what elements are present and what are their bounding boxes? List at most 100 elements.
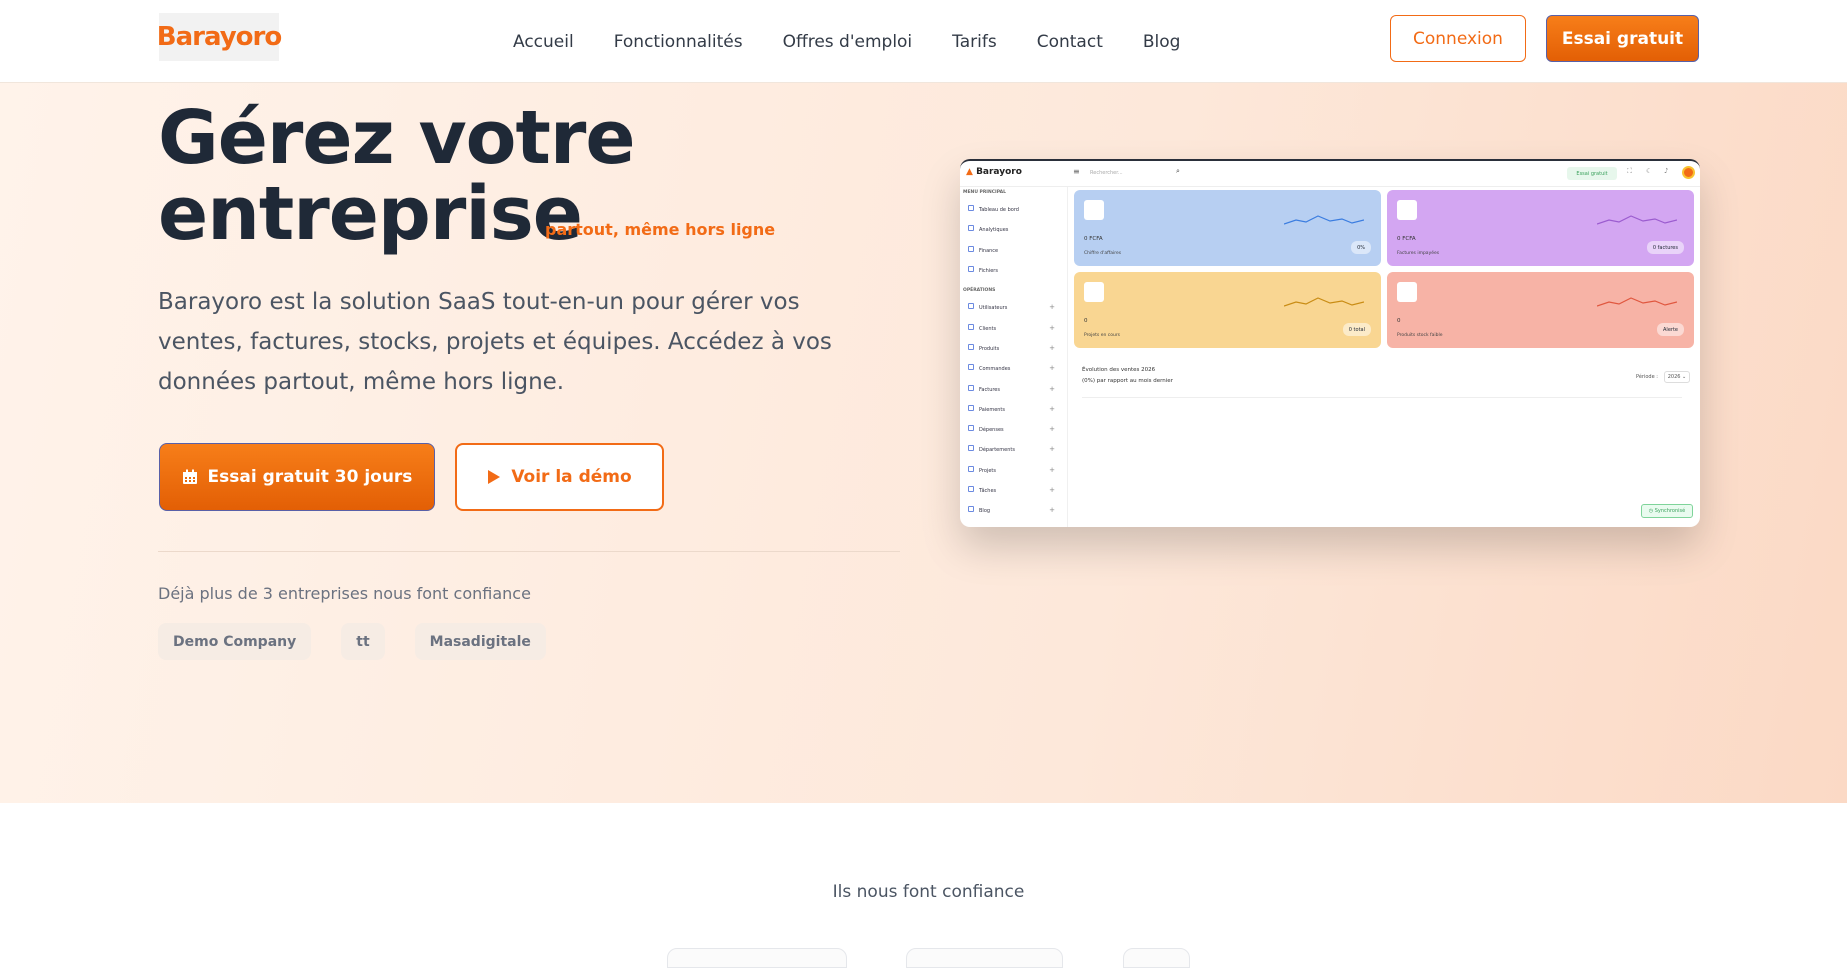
- sidebar-group-main: MENU PRINCIPAL: [963, 190, 1006, 195]
- hero-divider: [158, 551, 900, 552]
- preview-sidebar: MENU PRINCIPAL Tableau de bord Analytiqu…: [960, 187, 1068, 527]
- bell-icon: ♪: [1664, 167, 1669, 175]
- login-button[interactable]: Connexion: [1390, 15, 1526, 62]
- plus-icon: +: [1049, 404, 1055, 413]
- chart-icon: [968, 225, 974, 232]
- nav-tarifs[interactable]: Tarifs: [952, 32, 997, 52]
- file-icon: [968, 266, 974, 273]
- sidebar-group-operations: OPÉRATIONS: [963, 288, 996, 294]
- sales-chart-card: Évolution des ventes 2026 (0%) par rappo…: [1072, 359, 1692, 524]
- stat-card: 0 FCFA Factures impayées 0 factures: [1387, 190, 1694, 266]
- stat-badge: 0 total: [1342, 323, 1371, 336]
- dashboard-preview: ▲ Barayoro ≡ Rechercher... ⌕ Essai gratu…: [960, 159, 1700, 527]
- preview-brand: ▲ Barayoro: [966, 167, 1022, 177]
- preview-search: Rechercher...: [1090, 170, 1123, 176]
- stat-label: Factures impayées: [1397, 251, 1440, 256]
- sparkline: [1597, 297, 1677, 307]
- sidebar-item-label: Départements: [979, 447, 1015, 454]
- plus-icon: +: [1049, 384, 1055, 393]
- stat-label: Projets en cours: [1084, 333, 1121, 338]
- sidebar-item-label: Produits: [979, 345, 1000, 352]
- period-select: 2026 ⌄: [1664, 371, 1690, 383]
- sync-label: Synchronisé: [1654, 508, 1686, 514]
- blog-icon: [968, 506, 974, 513]
- hero-title-line2: entreprise: [158, 171, 583, 257]
- stat-value: 0: [1084, 318, 1088, 324]
- sidebar-item: Analytiques: [960, 219, 1067, 239]
- users-icon: [968, 303, 974, 310]
- sales-divider: [1082, 397, 1682, 398]
- demo-button[interactable]: Voir la démo: [455, 443, 664, 511]
- sidebar-item: Clients +: [960, 317, 1067, 337]
- play-icon: [488, 470, 501, 484]
- sidebar-item-label: Utilisateurs: [979, 305, 1008, 312]
- sidebar-item: Commandes +: [960, 358, 1067, 378]
- sidebar-item-label: Blog: [979, 508, 991, 515]
- preview-logo-icon: ▲: [966, 167, 973, 177]
- sidebar-item: Dépenses +: [960, 419, 1067, 439]
- hero-title-line1: Gérez votre: [158, 95, 636, 181]
- nav-offres-emploi[interactable]: Offres d'emploi: [783, 32, 913, 52]
- department-icon: [968, 445, 974, 452]
- stat-value: 0: [1397, 318, 1401, 324]
- plus-icon: +: [1049, 486, 1055, 494]
- stat-card: 0 Projets en cours 0 total: [1074, 272, 1381, 348]
- plus-icon: +: [1049, 506, 1055, 515]
- trend-icon: [1084, 200, 1104, 220]
- company-chip: Demo Company: [158, 623, 312, 660]
- company-chip: tt: [341, 623, 385, 660]
- stat-badge: 0%: [1351, 241, 1371, 254]
- preview-topbar: ▲ Barayoro ≡ Rechercher... ⌕ Essai gratu…: [960, 161, 1700, 187]
- sidebar-item: Produits +: [960, 338, 1067, 358]
- invoice-icon: [968, 384, 974, 391]
- free-trial-button[interactable]: Essai gratuit: [1546, 15, 1699, 62]
- stat-badge: Alerte: [1657, 323, 1684, 336]
- sidebar-item-label: Finance: [979, 247, 999, 254]
- logo-card: [667, 948, 847, 968]
- sidebar-item-label: Tâches: [979, 488, 997, 494]
- nav-blog[interactable]: Blog: [1143, 32, 1181, 52]
- sparkline: [1284, 297, 1364, 307]
- finance-icon: [968, 245, 974, 252]
- brand-logo[interactable]: Barayoro: [156, 13, 282, 61]
- main-nav: Accueil Fonctionnalités Offres d'emploi …: [513, 0, 1180, 83]
- period-label: Période :: [1636, 374, 1658, 380]
- plus-icon: +: [1049, 465, 1055, 474]
- brand-logo-text: Barayoro: [156, 22, 282, 52]
- sidebar-item-label: Paiements: [979, 406, 1006, 413]
- plus-icon: +: [1049, 445, 1055, 454]
- moon-icon: ☾: [1646, 167, 1653, 175]
- sidebar-item-label: Projets: [979, 467, 996, 474]
- trial-30-days-button[interactable]: Essai gratuit 30 jours: [159, 443, 435, 511]
- hero-tagline: partout, même hors ligne: [545, 220, 776, 239]
- trial-30-days-label: Essai gratuit 30 jours: [207, 467, 413, 487]
- nav-accueil[interactable]: Accueil: [513, 32, 574, 52]
- sidebar-item-label: Dépenses: [979, 427, 1004, 434]
- company-list: Demo Company tt Masadigitale: [158, 623, 546, 660]
- plus-icon: +: [1049, 323, 1055, 332]
- plus-icon: +: [1049, 303, 1055, 312]
- sidebar-item: Fichiers: [960, 260, 1067, 280]
- sidebar-item: Tableau de bord: [960, 199, 1067, 219]
- plus-icon: +: [1049, 364, 1055, 373]
- menu-icon: ≡: [1073, 167, 1080, 176]
- sparkline: [1284, 215, 1364, 225]
- site-header: Barayoro Accueil Fonctionnalités Offres …: [0, 0, 1847, 83]
- sidebar-item-label: Analytiques: [979, 227, 1009, 234]
- sales-subtitle: (0%) par rapport au mois dernier: [1082, 378, 1173, 384]
- invoice-icon: [1397, 200, 1417, 220]
- nav-contact[interactable]: Contact: [1037, 32, 1103, 52]
- stat-card: 0 FCFA Chiffre d'affaires 0%: [1074, 190, 1381, 266]
- sidebar-item-label: Fichiers: [979, 268, 998, 275]
- payment-icon: [968, 404, 974, 411]
- sidebar-item-label: Factures: [979, 386, 1000, 393]
- clients-icon: [968, 323, 974, 330]
- cart-icon: [968, 364, 974, 371]
- dashboard-icon: [968, 205, 974, 212]
- stat-label: Produits stock faible: [1397, 333, 1443, 338]
- avatar: [1682, 166, 1695, 179]
- sparkline: [1597, 215, 1677, 225]
- preview-trial-badge: Essai gratuit: [1567, 167, 1617, 180]
- stat-value: 0 FCFA: [1084, 236, 1103, 242]
- nav-fonctionnalites[interactable]: Fonctionnalités: [614, 32, 743, 52]
